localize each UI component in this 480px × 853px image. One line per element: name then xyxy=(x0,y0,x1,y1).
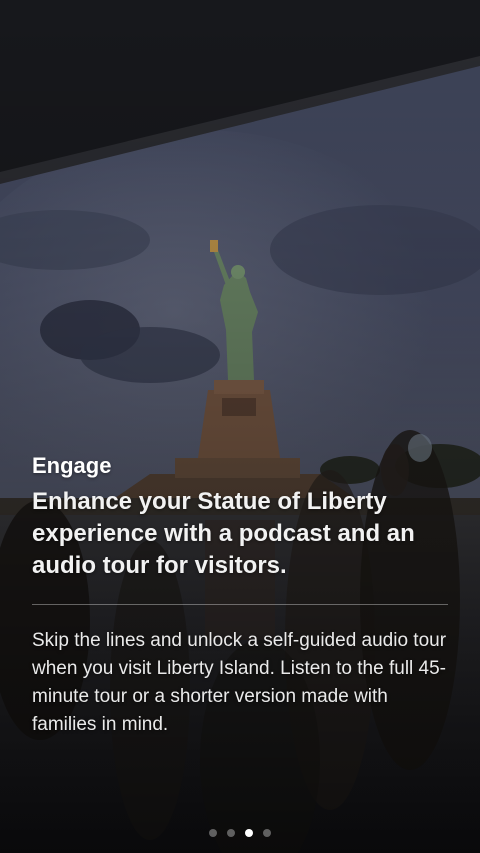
eyebrow-title: Engage xyxy=(32,453,112,478)
page-dot[interactable] xyxy=(209,829,217,837)
onboarding-content: Engage Enhance your Statue of Liberty ex… xyxy=(32,452,448,739)
body-text: Skip the lines and unlock a self-guided … xyxy=(32,630,447,735)
page-dot[interactable] xyxy=(263,829,271,837)
headline: Enhance your Statue of Liberty experienc… xyxy=(32,488,415,579)
page-indicator[interactable] xyxy=(0,829,480,837)
divider xyxy=(32,604,448,605)
page-dot[interactable] xyxy=(245,829,253,837)
page-dot[interactable] xyxy=(227,829,235,837)
